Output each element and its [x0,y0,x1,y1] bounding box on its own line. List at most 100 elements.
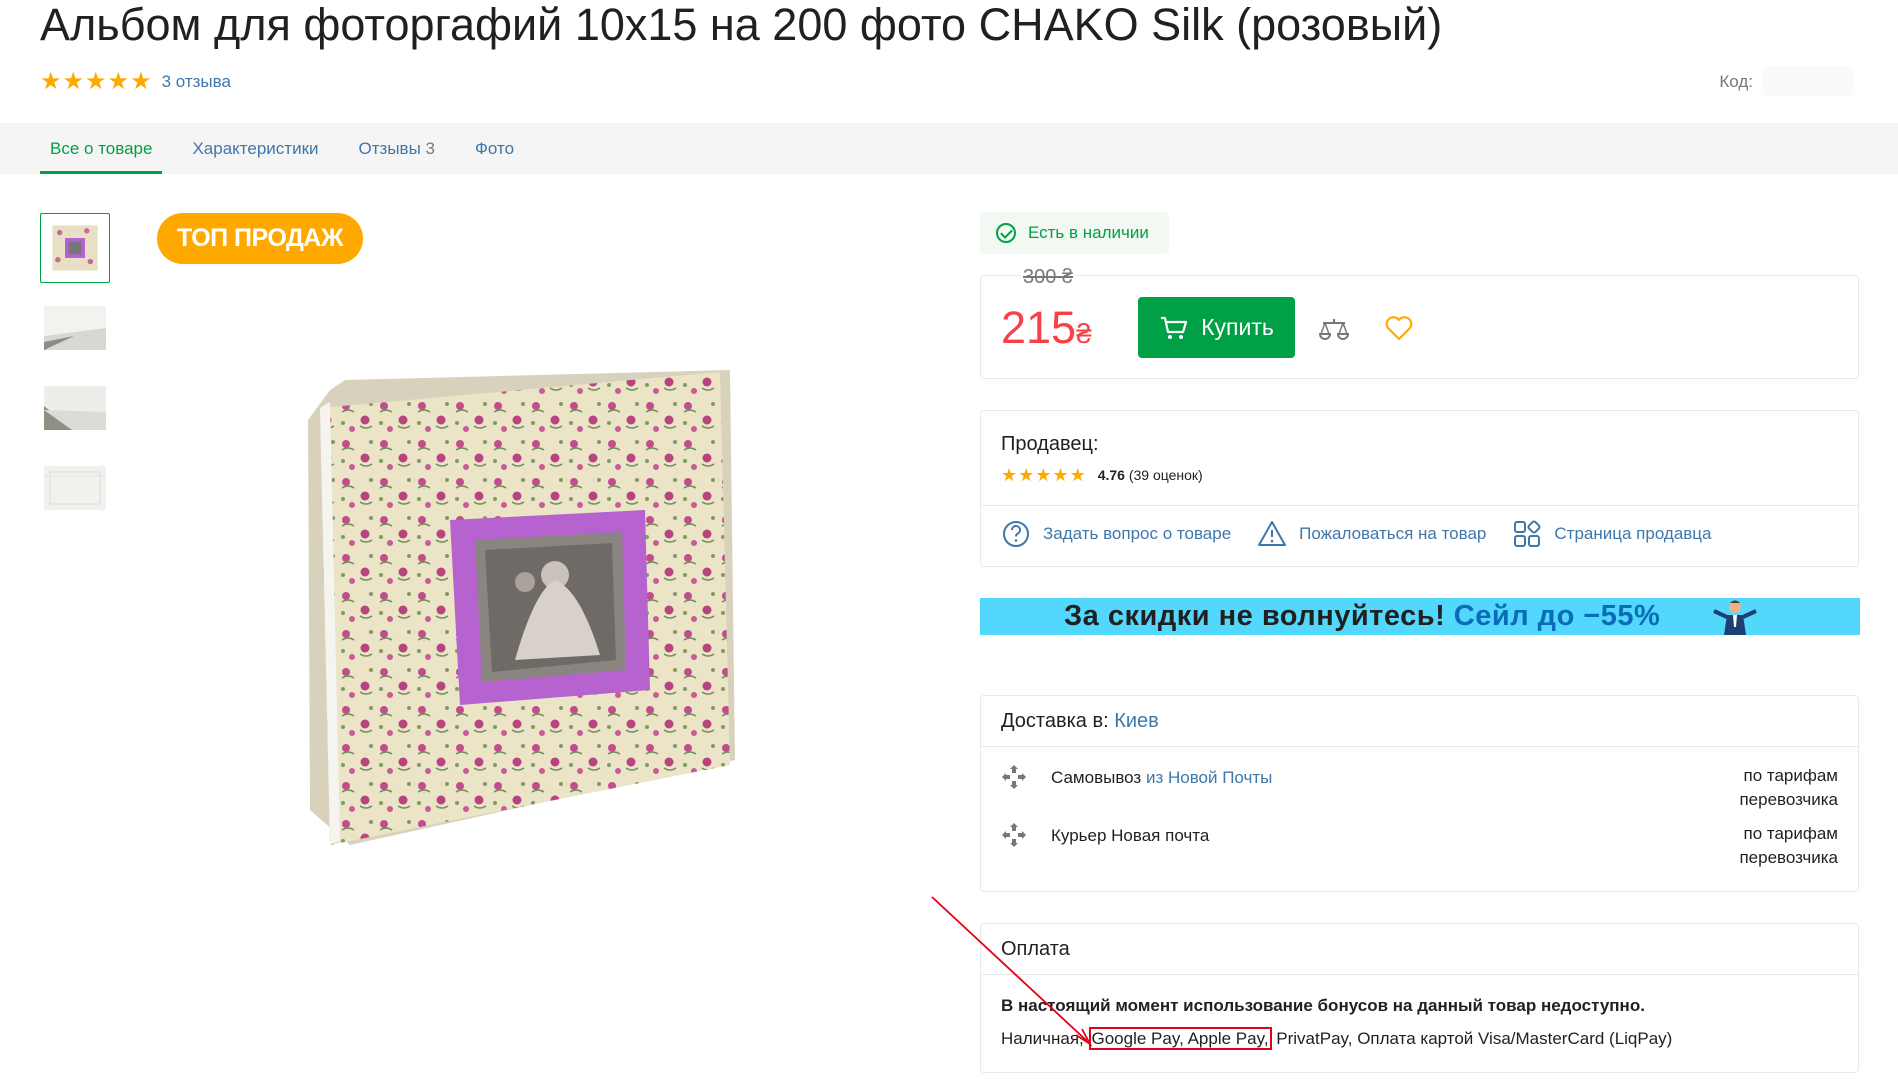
question-icon [1003,521,1029,547]
check-circle-icon [996,223,1016,243]
thumbnail-4[interactable] [40,453,110,523]
delivery-title-label: Доставка в: [1001,710,1109,732]
album-page-thumbnail-image [44,466,106,510]
top-sales-badge: ТОП ПРОДАЖ [157,213,363,264]
bonus-note: В настоящий момент использование бонусов… [1001,996,1645,1015]
album-page-thumbnail-image [44,306,106,350]
tab-label: Все о товаре [50,139,153,158]
tab-label: Характеристики [192,139,319,158]
star-icon: ★ [1052,465,1069,485]
tab-photo[interactable]: Фото [465,123,524,174]
star-icon: ★ [1018,465,1035,485]
product-code-label: Код: [1719,72,1753,91]
delivery-city-link[interactable]: Киев [1114,710,1159,732]
seller-rating: ★ ★ ★ ★ ★ 4.76 (39 оценок) [1001,464,1203,486]
buy-label: Купить [1201,314,1274,340]
divider [981,505,1858,506]
seller-links: Задать вопрос о товаре Пожаловаться на т… [1001,519,1712,549]
compare-scales-icon[interactable] [1318,314,1350,346]
payment-methods: Наличная, Google Pay, Apple Pay, PrivatP… [1001,1027,1673,1050]
product-rating: ★ ★ ★ ★ ★ 3 отзыва [40,68,231,95]
star-icon: ★ [85,68,107,95]
sale-banner[interactable]: За скидки не волнуйтесь! Сейл до −55% [980,598,1860,635]
delivery-option-pickup: Самовывоз из Новой Почты по тарифам перев… [1001,764,1838,812]
ask-question-link[interactable]: Задать вопрос о товаре [1001,519,1231,549]
thumbnail-3[interactable] [40,373,110,443]
tab-characteristics[interactable]: Характеристики [182,123,328,174]
seller-title: Продавец: [1001,433,1099,455]
delivery-option-name: Самовывоз из Новой Почты [1051,764,1739,812]
tab-count: 3 [425,139,435,158]
cart-icon [1161,316,1188,339]
payment-methods-text: PrivatPay, Оплата картой Visa/MasterCard… [1271,1029,1673,1048]
product-main-image[interactable] [300,360,760,860]
album-page-thumbnail-image [44,386,106,430]
banner-text-dark: За скидки не волнуйтесь! [1064,600,1446,632]
star-icon: ★ [107,68,130,95]
seller-page-label: Страница продавца [1554,524,1712,543]
star-icon: ★ [130,68,152,95]
rating-stars: ★ ★ ★ ★ ★ [40,68,152,95]
star-icon: ★ [1035,465,1052,485]
delivery-name: Курьер Новая почта [1051,826,1210,845]
delivery-title: Доставка в: Киев [1001,710,1159,733]
report-product-link[interactable]: Пожаловаться на товар [1257,519,1486,549]
price-value: 215 [1001,302,1077,353]
delivery-price-line: перевозчика [1739,848,1838,867]
delivery-pickup-link[interactable]: из Новой Почты [1146,768,1272,787]
banner-text: За скидки не волнуйтесь! Сейл до −55% [1064,598,1660,635]
reviews-link[interactable]: 3 отзыва [162,72,231,92]
delivery-price: по тарифам перевозчика [1739,822,1838,870]
price-currency: ₴ [1076,318,1092,349]
delivery-price-line: по тарифам [1743,766,1838,785]
divider [981,974,1858,975]
product-code-value [1763,66,1853,96]
warning-icon [1258,521,1287,546]
thumbnail-2[interactable] [40,293,110,363]
buy-button[interactable]: Купить [1138,297,1295,358]
tab-all-about[interactable]: Все о товаре [40,123,163,174]
delivery-box: Доставка в: Киев Самовывоз из Новой Почт… [980,695,1859,892]
price-box: 300 ₴ 215₴ Купить [980,266,1859,379]
product-title: Альбом для фоторгафий 10х15 на 200 фото … [40,0,1443,50]
delivery-price: по тарифам перевозчика [1739,764,1838,812]
nova-poshta-icon [1002,823,1026,847]
delivery-option-courier: Курьер Новая почта по тарифам перевозчика [1001,822,1838,870]
ask-question-label: Задать вопрос о товаре [1043,524,1232,543]
availability-text: Есть в наличии [1028,223,1149,242]
tab-label: Фото [475,139,515,158]
old-price: 300 ₴ [1021,266,1076,289]
payment-methods-text: Наличная, [1001,1029,1089,1048]
album-thumbnail-image [52,225,98,271]
star-icon: ★ [1069,465,1086,485]
report-product-label: Пожаловаться на товар [1299,524,1487,543]
product-tabs: Все о товаре Характеристики Отзывы 3 Фот… [0,123,1898,174]
payment-title: Оплата [1001,938,1070,960]
delivery-price-line: перевозчика [1739,790,1838,809]
thumbnail-1[interactable] [40,213,110,283]
tab-reviews[interactable]: Отзывы 3 [349,123,445,174]
seller-box: Продавец: ★ ★ ★ ★ ★ 4.76 (39 оценок) Задать … [980,410,1859,567]
nova-poshta-icon [1002,765,1026,789]
banner-text-blue: Сейл до −55% [1453,600,1661,632]
delivery-name: Самовывоз [1051,768,1142,787]
payment-box: Оплата В настоящий момент использование … [980,923,1859,1073]
heart-icon[interactable] [1384,313,1414,343]
divider [981,746,1858,747]
seller-stars: ★ ★ ★ ★ ★ [1001,464,1086,486]
current-price: 215₴ [1001,300,1092,361]
businessman-illustration [1713,600,1757,635]
tab-label: Отзывы [358,139,421,158]
star-icon: ★ [62,68,85,95]
star-icon: ★ [40,68,62,95]
shop-icon [1514,520,1541,547]
delivery-price-line: по тарифам [1743,824,1838,843]
star-icon: ★ [1001,465,1018,485]
seller-score: 4.76 [1097,467,1125,483]
seller-page-link[interactable]: Страница продавца [1512,519,1712,549]
payment-methods-highlight: Google Pay, Apple Pay, [1088,1027,1272,1050]
availability-status: Есть в наличии [980,212,1169,254]
seller-rating-count: (39 оценок) [1128,467,1203,483]
delivery-option-name: Курьер Новая почта [1051,822,1739,870]
thumbnail-list [40,213,110,533]
